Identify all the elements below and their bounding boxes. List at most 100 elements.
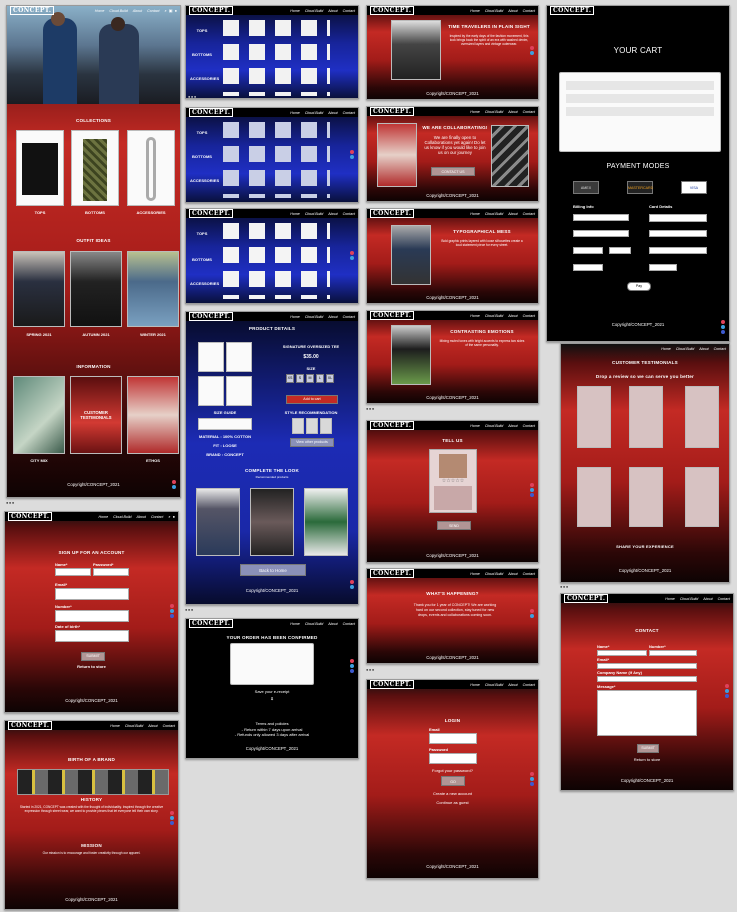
return-link[interactable]: Return to store <box>5 664 178 669</box>
nav-contact[interactable]: Contact <box>343 315 355 319</box>
email-input[interactable] <box>429 733 477 744</box>
user-icon[interactable]: ● <box>175 8 177 13</box>
facebook-icon[interactable] <box>170 614 174 618</box>
instagram-icon[interactable] <box>350 659 354 663</box>
season-autumn[interactable]: AUTUMN 2021 <box>70 332 122 337</box>
mastercard-button[interactable]: MASTERCARD <box>627 181 653 194</box>
submit-button[interactable]: SUBMIT <box>637 744 659 753</box>
nav-contact[interactable]: Contact <box>147 9 159 13</box>
nav-contact[interactable]: Contact <box>343 622 355 626</box>
nav-cloud[interactable]: Cloud.Build <box>485 212 503 216</box>
product-image-1[interactable] <box>198 342 224 372</box>
go-button[interactable]: GO <box>441 776 465 786</box>
nav-cloud[interactable]: Cloud.Build <box>485 314 503 318</box>
nav-home[interactable]: Home <box>290 315 300 319</box>
spring-outfit-image[interactable] <box>13 251 65 327</box>
nav-home[interactable]: Home <box>470 683 480 687</box>
nav-cloud[interactable]: Cloud.Build <box>485 424 503 428</box>
brand-logo[interactable]: CONCEPT. <box>370 680 415 689</box>
look-image-pants[interactable] <box>196 488 240 556</box>
card-expiry-input[interactable] <box>649 247 707 254</box>
style-rec-image-3[interactable] <box>320 418 332 434</box>
nav-cloud[interactable]: Cloud.Build <box>305 111 323 115</box>
style-rec-image-1[interactable] <box>292 418 304 434</box>
nav-contact[interactable]: Contact <box>718 597 730 601</box>
facebook-icon[interactable] <box>725 694 729 698</box>
nav-about[interactable]: About <box>137 515 146 519</box>
nav-contact[interactable]: Contact <box>523 572 535 576</box>
nav-about[interactable]: About <box>508 110 517 114</box>
look-image-tee[interactable] <box>250 488 294 556</box>
share-experience-link[interactable]: SHARE YOUR EXPERIENCE <box>561 544 729 549</box>
twitter-icon[interactable] <box>170 609 174 613</box>
nav-about[interactable]: About <box>508 212 517 216</box>
twitter-icon[interactable] <box>721 325 725 329</box>
facebook-icon[interactable] <box>530 782 534 786</box>
cart-item-2[interactable] <box>566 94 714 103</box>
number-input[interactable] <box>55 610 129 622</box>
instagram-icon[interactable] <box>170 604 174 608</box>
size-xs[interactable]: XS <box>286 374 294 383</box>
search-icon[interactable]: ⌕ <box>168 514 170 519</box>
forgot-link[interactable]: Forgot your password? <box>367 768 538 773</box>
instagram-icon[interactable] <box>350 251 354 255</box>
nav-about[interactable]: About <box>699 347 708 351</box>
twitter-icon[interactable] <box>350 585 354 589</box>
instagram-icon[interactable] <box>350 580 354 584</box>
accessories-image[interactable] <box>127 130 175 206</box>
password-input[interactable] <box>93 568 129 576</box>
name-input[interactable] <box>597 650 647 656</box>
nav-about[interactable]: About <box>133 9 142 13</box>
product-image-3[interactable] <box>198 376 224 406</box>
brand-logo[interactable]: CONCEPT. <box>189 209 234 218</box>
size-s[interactable]: S <box>296 374 304 383</box>
nav-cloud[interactable]: Cloud.Build <box>485 110 503 114</box>
nav-cloud[interactable]: Cloud.Build <box>305 622 323 626</box>
nav-contact[interactable]: Contact <box>343 111 355 115</box>
user-icon[interactable]: ● <box>173 514 175 519</box>
nav-about[interactable]: About <box>328 212 337 216</box>
twitter-icon[interactable] <box>725 689 729 693</box>
instagram-icon[interactable] <box>530 483 534 487</box>
size-l[interactable]: L <box>316 374 324 383</box>
nav-contact[interactable]: Contact <box>523 424 535 428</box>
look-image-jacket[interactable] <box>304 488 348 556</box>
view-other-button[interactable]: View other products <box>290 438 334 447</box>
facebook-icon[interactable] <box>530 493 534 497</box>
category-bottoms[interactable]: BOTTOMS <box>71 210 119 215</box>
twitter-icon[interactable] <box>170 816 174 820</box>
style-rec-image-2[interactable] <box>306 418 318 434</box>
brand-logo[interactable]: CONCEPT. <box>10 6 55 15</box>
testimonials-card[interactable]: CUSTOMER TESTIMONIALS <box>70 376 122 454</box>
instagram-icon[interactable] <box>725 684 729 688</box>
password-input[interactable] <box>429 753 477 764</box>
brand-logo[interactable]: CONCEPT. <box>370 209 415 218</box>
nav-contact[interactable]: Contact <box>523 110 535 114</box>
email-input[interactable] <box>55 588 129 600</box>
nav-home[interactable]: Home <box>470 110 480 114</box>
brand-logo[interactable]: CONCEPT. <box>370 569 415 578</box>
nav-home[interactable]: Home <box>99 515 109 519</box>
brand-logo[interactable]: CONCEPT. <box>189 108 234 117</box>
nav-cloud[interactable]: Cloud.Build <box>676 347 694 351</box>
instagram-icon[interactable] <box>170 811 174 815</box>
nav-home[interactable]: Home <box>470 314 480 318</box>
rating-stars[interactable]: ☆☆☆☆☆ <box>430 478 476 484</box>
size-xl[interactable]: XL <box>326 374 334 383</box>
pay-button[interactable]: Pay <box>627 282 651 291</box>
nav-contact[interactable]: Contact <box>151 515 163 519</box>
billing-input-2[interactable] <box>573 230 629 237</box>
nav-cloud[interactable]: Cloud.Build <box>109 9 127 13</box>
nav-home[interactable]: Home <box>290 9 300 13</box>
brand-logo[interactable]: CONCEPT. <box>8 721 53 730</box>
nav-home[interactable]: Home <box>95 9 105 13</box>
facebook-icon[interactable] <box>170 821 174 825</box>
nav-home[interactable]: Home <box>290 111 300 115</box>
nav-about[interactable]: About <box>508 572 517 576</box>
nav-contact[interactable]: Contact <box>523 683 535 687</box>
twitter-icon[interactable] <box>530 51 534 55</box>
nav-about[interactable]: About <box>508 9 517 13</box>
contact-us-button[interactable]: CONTACT US <box>431 167 475 176</box>
nav-home[interactable]: Home <box>290 622 300 626</box>
card-name-input[interactable] <box>649 230 707 237</box>
